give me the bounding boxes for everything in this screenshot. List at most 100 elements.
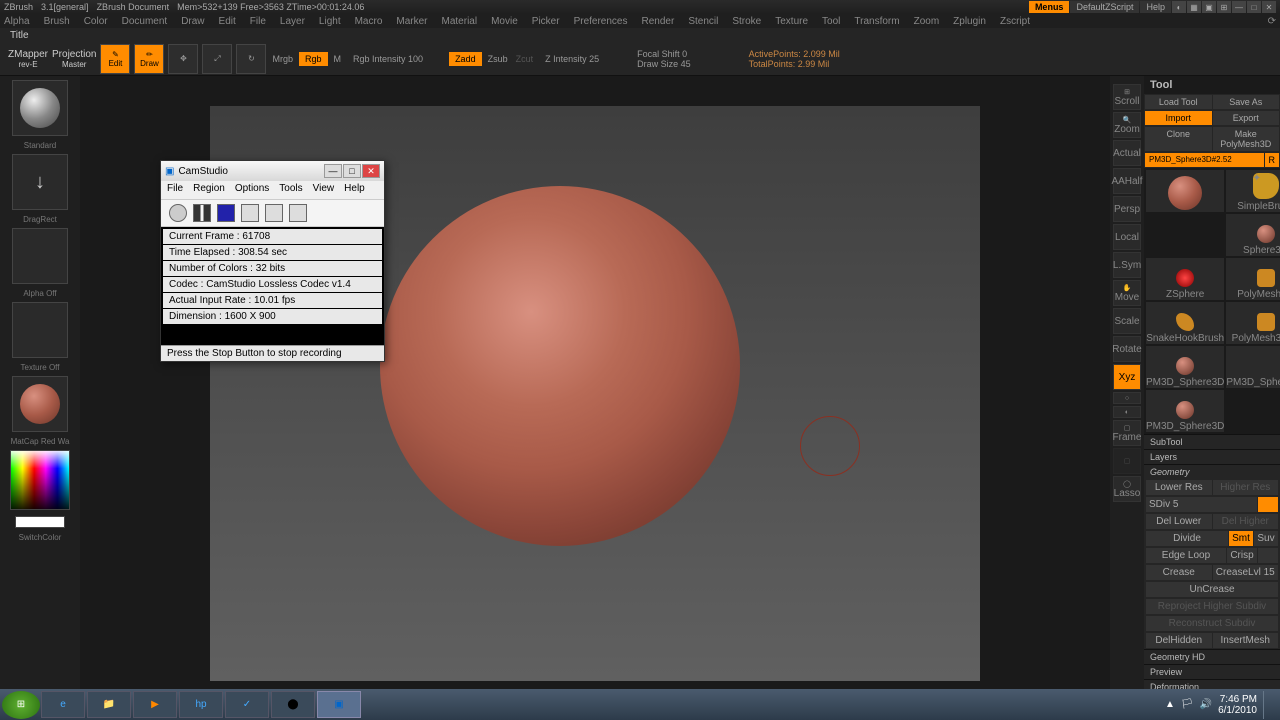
move-view-button[interactable]: ✋Move xyxy=(1113,280,1141,306)
stop-icon[interactable] xyxy=(217,204,235,222)
z-intensity[interactable]: Z Intensity 25 xyxy=(543,54,601,64)
deformation-section[interactable]: Deformation xyxy=(1144,679,1280,689)
rgb-button[interactable]: Rgb xyxy=(299,52,328,66)
default-zscript-button[interactable]: DefaultZScript xyxy=(1070,1,1139,13)
cam-menu-file[interactable]: File xyxy=(167,183,183,197)
sphere-object[interactable] xyxy=(380,186,740,546)
aahalf-button[interactable]: AAHalf xyxy=(1113,168,1141,194)
menu-light[interactable]: Light xyxy=(319,16,341,27)
sdiv-slider[interactable]: SDiv 5 xyxy=(1146,497,1257,512)
del-lower-button[interactable]: Del Lower xyxy=(1146,514,1212,529)
cam-close[interactable]: ✕ xyxy=(362,164,380,178)
reproject-button[interactable]: Reproject Higher Subdiv xyxy=(1146,599,1278,614)
task-camstudio[interactable]: ▣ xyxy=(317,691,361,718)
menu-transform[interactable]: Transform xyxy=(854,16,899,27)
menus-button[interactable]: Menus xyxy=(1029,1,1070,13)
record-icon[interactable] xyxy=(169,204,187,222)
thumb-polymesh1[interactable]: PolyMesh3D#1 xyxy=(1226,302,1280,344)
stroke-selector[interactable]: ↓ xyxy=(12,154,68,210)
brush-selector[interactable] xyxy=(12,80,68,136)
tray-icon-3[interactable]: 🔊 xyxy=(1200,699,1212,710)
zmapper-button[interactable]: ZMapper xyxy=(8,49,48,60)
win-btn-3[interactable]: ▣ xyxy=(1202,1,1216,13)
load-tool-button[interactable]: Load Tool xyxy=(1145,95,1212,109)
actual-button[interactable]: Actual xyxy=(1113,140,1141,166)
rotate-button[interactable]: ↻ xyxy=(236,44,266,74)
show-desktop[interactable] xyxy=(1263,691,1270,719)
zsub-label[interactable]: Zsub xyxy=(486,54,510,64)
menu-zscript[interactable]: Zscript xyxy=(1000,16,1030,27)
menu-file[interactable]: File xyxy=(250,16,266,27)
tray-icon-2[interactable]: 🏳 xyxy=(1181,699,1194,710)
menu-zoom[interactable]: Zoom xyxy=(914,16,940,27)
task-hp[interactable]: hp xyxy=(179,691,223,718)
task-explorer[interactable]: 📁 xyxy=(87,691,131,718)
texture-selector[interactable] xyxy=(12,302,68,358)
zcut-label[interactable]: Zcut xyxy=(514,54,536,64)
tray-icon[interactable]: ▲ xyxy=(1165,699,1175,710)
export-button[interactable]: Export xyxy=(1213,111,1280,125)
tool-header[interactable]: Tool xyxy=(1144,76,1280,94)
geometry-hd-section[interactable]: Geometry HD xyxy=(1144,649,1280,664)
color-picker[interactable] xyxy=(10,450,70,510)
lower-res-button[interactable]: Lower Res xyxy=(1146,480,1212,495)
m-label[interactable]: M xyxy=(332,54,344,64)
preview-section[interactable]: Preview xyxy=(1144,664,1280,679)
cam-menu-tools[interactable]: Tools xyxy=(279,183,302,197)
win-btn-2[interactable]: ▦ xyxy=(1187,1,1201,13)
start-button[interactable]: ⊞ xyxy=(2,691,40,719)
layers-section[interactable]: Layers xyxy=(1144,449,1280,464)
color-swatch[interactable] xyxy=(15,516,65,528)
local-button[interactable]: Local xyxy=(1113,224,1141,250)
persp-button[interactable]: Persp xyxy=(1113,196,1141,222)
menu-color[interactable]: Color xyxy=(84,16,108,27)
menu-picker[interactable]: Picker xyxy=(532,16,560,27)
task-zbrush[interactable]: ⬤ xyxy=(271,691,315,718)
thumb-current[interactable] xyxy=(1146,170,1224,212)
minimize-button[interactable]: — xyxy=(1232,1,1246,13)
creaselvl-slider[interactable]: CreaseLvl 15 xyxy=(1213,565,1279,580)
scroll-button[interactable]: ⊞Scroll xyxy=(1113,84,1141,110)
tray-date[interactable]: 6/1/2010 xyxy=(1218,705,1257,716)
insertmesh-button[interactable]: InsertMesh xyxy=(1213,633,1279,648)
uncrease-button[interactable]: UnCrease xyxy=(1146,582,1278,597)
taskbar[interactable]: ⊞ e 📁 ▶ hp ✓ ⬤ ▣ ▲ 🏳 🔊 7:46 PM 6/1/2010 xyxy=(0,689,1280,720)
win-btn-4[interactable]: ⊞ xyxy=(1217,1,1231,13)
task-app1[interactable]: ✓ xyxy=(225,691,269,718)
tool-name[interactable]: PM3D_Sphere3D#2.52 xyxy=(1145,153,1264,167)
mrgb-label[interactable]: Mrgb xyxy=(270,54,295,64)
switch-color[interactable]: SwitchColor xyxy=(19,533,62,542)
move-button[interactable]: ✥ xyxy=(168,44,198,74)
lsym-button[interactable]: L.Sym xyxy=(1113,252,1141,278)
zoom-button[interactable]: 🔍Zoom xyxy=(1113,112,1141,138)
task-wmp[interactable]: ▶ xyxy=(133,691,177,718)
divide-button[interactable]: Divide xyxy=(1146,531,1228,546)
zadd-button[interactable]: Zadd xyxy=(449,52,482,66)
thumb-snakehook[interactable]: SnakeHookBrush xyxy=(1146,302,1224,344)
thumb-pm3d-3[interactable]: PM3D_Sphere3D xyxy=(1146,390,1224,432)
material-selector[interactable] xyxy=(12,376,68,432)
menu-layer[interactable]: Layer xyxy=(280,16,305,27)
tray-time[interactable]: 7:46 PM xyxy=(1218,694,1257,705)
menu-alpha[interactable]: Alpha xyxy=(4,16,30,27)
smt-button[interactable]: Smt xyxy=(1229,531,1253,546)
menu-macro[interactable]: Macro xyxy=(355,16,383,27)
geometry-section[interactable]: Geometry xyxy=(1144,464,1280,479)
rgb-intensity[interactable]: Rgb Intensity 100 xyxy=(351,54,425,64)
thumb-sphere3d[interactable]: Sphere3D xyxy=(1226,214,1280,256)
cam-icon-2[interactable] xyxy=(265,204,283,222)
alpha-selector[interactable] xyxy=(12,228,68,284)
scale-view-button[interactable]: Scale xyxy=(1113,308,1141,334)
menu-texture[interactable]: Texture xyxy=(775,16,808,27)
cam-menu-view[interactable]: View xyxy=(313,183,335,197)
frame-button[interactable]: ▢Frame xyxy=(1113,420,1141,446)
menu-draw[interactable]: Draw xyxy=(181,16,204,27)
cam-menu-help[interactable]: Help xyxy=(344,183,365,197)
menu-preferences[interactable]: Preferences xyxy=(574,16,628,27)
menu-render[interactable]: Render xyxy=(642,16,675,27)
help-button[interactable]: Help xyxy=(1140,1,1171,13)
cam-maximize[interactable]: □ xyxy=(343,164,361,178)
menu-document[interactable]: Document xyxy=(122,16,168,27)
task-ie[interactable]: e xyxy=(41,691,85,718)
menu-marker[interactable]: Marker xyxy=(396,16,427,27)
